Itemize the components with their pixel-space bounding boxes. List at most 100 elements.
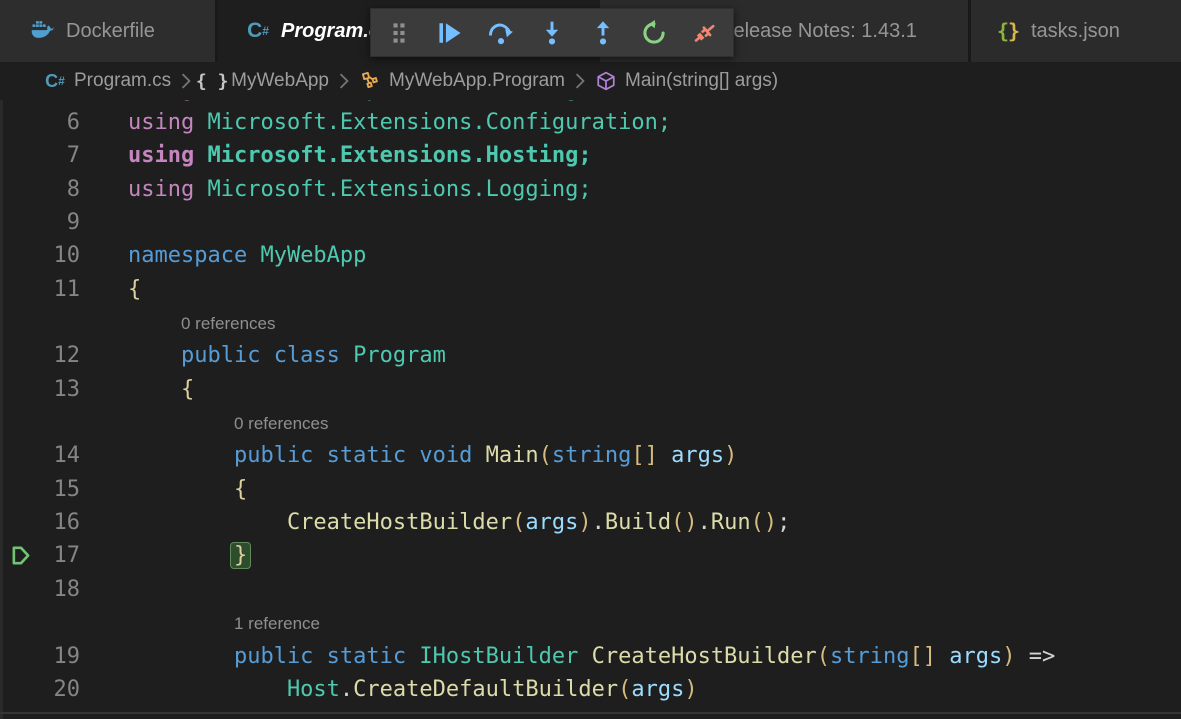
line-number-gutter[interactable]: 19 — [0, 640, 80, 673]
code-token: Microsoft.Extensions.Configuration; — [207, 110, 671, 135]
panel-top-border — [0, 712, 1181, 714]
debug-toolbar — [370, 8, 734, 57]
drag-handle-icon[interactable] — [384, 18, 414, 48]
line-number-gutter[interactable]: 18 — [0, 573, 80, 606]
breadcrumb-file[interactable]: C# Program.cs — [44, 70, 171, 92]
code-token: Main — [486, 443, 539, 468]
codelens-row: 0 references — [0, 406, 1181, 439]
code-token: ( — [817, 644, 830, 669]
code-token: . — [340, 677, 353, 702]
code-token: => — [1016, 644, 1056, 669]
line-number-gutter[interactable]: 17 — [0, 539, 80, 572]
codelens-references[interactable]: 0 references — [181, 307, 276, 340]
codelens-content: 1 reference — [80, 606, 1181, 639]
code-token: ) — [684, 677, 697, 702]
code-line-content: Host.CreateDefaultBuilder(args) — [80, 673, 1181, 706]
line-number-gutter[interactable]: 10 — [0, 239, 80, 272]
line-number-gutter[interactable] — [0, 606, 80, 639]
code-token: ) — [724, 443, 737, 468]
code-token: } — [230, 542, 251, 569]
line-number-gutter[interactable]: 6 — [0, 106, 80, 139]
method-cube-icon — [595, 70, 617, 92]
code-line: 16 CreateHostBuilder(args).Build().Run()… — [0, 506, 1181, 539]
code-line: 9 — [0, 206, 1181, 239]
json-braces-icon: {} — [995, 18, 1021, 44]
line-number-gutter[interactable]: 15 — [0, 473, 80, 506]
namespace-braces-icon: { } — [201, 70, 223, 92]
code-token: Host — [128, 677, 340, 702]
breadcrumb-method[interactable]: Main(string[] args) — [595, 70, 778, 92]
code-token: IHostBuilder — [419, 644, 578, 669]
code-token: Program — [353, 343, 446, 368]
line-number-gutter[interactable]: 20 — [0, 673, 80, 706]
code-line: 13 { — [0, 373, 1181, 406]
vscode-window: Dockerfile C# Program.cs Release Notes: … — [0, 0, 1181, 719]
debug-current-line-arrow-icon — [10, 545, 32, 566]
codelens-row: 1 reference — [0, 606, 1181, 639]
code-token: Microsoft.AspNetCore.Hosting; — [207, 100, 591, 102]
debug-continue-icon[interactable] — [435, 18, 465, 48]
code-token: namespace — [128, 243, 260, 268]
line-number-gutter[interactable]: 14 — [0, 439, 80, 472]
code-line: 11 { — [0, 273, 1181, 306]
breadcrumb-label: MyWebApp — [231, 70, 329, 92]
code-line-content: { — [80, 473, 1181, 506]
code-line: 18 — [0, 573, 1181, 606]
debug-disconnect-icon[interactable] — [690, 18, 720, 48]
code-token: { — [128, 277, 141, 302]
code-token: using — [128, 143, 207, 168]
breadcrumb: C# Program.cs { } MyWebApp — [0, 62, 1181, 100]
code-token: MyWebApp — [260, 243, 366, 268]
code-line-content — [80, 206, 1181, 239]
line-number-gutter[interactable] — [0, 306, 80, 339]
code-token: string — [830, 644, 909, 669]
code-token: ) — [1002, 644, 1015, 669]
chevron-right-icon — [181, 73, 191, 89]
code-token: ; — [777, 510, 790, 535]
tab-label: Release Notes: 1.43.1 — [719, 20, 917, 43]
code-line-content: namespace MyWebApp — [80, 239, 1181, 272]
code-token: using — [128, 110, 207, 135]
code-line-content: public static IHostBuilder CreateHostBui… — [80, 640, 1181, 673]
code-token: Build — [605, 510, 671, 535]
code-token: ) — [578, 510, 591, 535]
debug-step-out-icon[interactable] — [588, 18, 618, 48]
breadcrumb-label: Main(string[] args) — [625, 70, 778, 92]
line-number-gutter[interactable]: 9 — [0, 206, 80, 239]
line-number-gutter[interactable]: 8 — [0, 173, 80, 206]
codelens-references[interactable]: 1 reference — [234, 607, 320, 640]
code-editor[interactable]: using Microsoft.AspNetCore.Hosting; 6 usin… — [0, 100, 1181, 719]
code-line-content: { — [80, 373, 1181, 406]
debug-step-over-icon[interactable] — [486, 18, 516, 48]
line-number-gutter[interactable]: 7 — [0, 139, 80, 172]
code-token: { — [128, 477, 247, 502]
codelens-references[interactable]: 0 references — [234, 407, 329, 440]
tab-label: Dockerfile — [66, 20, 155, 43]
docker-whale-icon — [30, 18, 56, 44]
code-line-content: public static void Main(string[] args) — [80, 439, 1181, 472]
code-line-content: using Microsoft.Extensions.Logging; — [80, 173, 1181, 206]
class-symbol-icon — [359, 70, 381, 92]
tab-dockerfile[interactable]: Dockerfile — [0, 0, 215, 62]
code-token: Microsoft.Extensions.Hosting; — [207, 143, 591, 168]
code-token: CreateHostBuilder — [128, 510, 512, 535]
tab-tasks-json[interactable]: {} tasks.json — [971, 0, 1181, 62]
line-number-gutter[interactable]: 11 — [0, 273, 80, 306]
code-token: args — [671, 443, 724, 468]
line-number-gutter[interactable] — [0, 406, 80, 439]
csharp-icon: C# — [245, 18, 271, 44]
code-token: string — [552, 443, 631, 468]
line-number-gutter[interactable]: 16 — [0, 506, 80, 539]
debug-step-into-icon[interactable] — [537, 18, 567, 48]
code-line-content: public class Program — [80, 339, 1181, 372]
breadcrumb-class[interactable]: MyWebApp.Program — [359, 70, 565, 92]
code-token — [128, 543, 234, 568]
code-token: CreateHostBuilder — [592, 644, 817, 669]
breadcrumb-namespace[interactable]: { } MyWebApp — [201, 70, 329, 92]
code-token: { — [128, 377, 194, 402]
codelens-row: 0 references — [0, 306, 1181, 339]
line-number-gutter[interactable]: 13 — [0, 373, 80, 406]
debug-restart-icon[interactable] — [639, 18, 669, 48]
line-number-gutter[interactable]: 12 — [0, 339, 80, 372]
code-line: 17 } — [0, 539, 1181, 572]
